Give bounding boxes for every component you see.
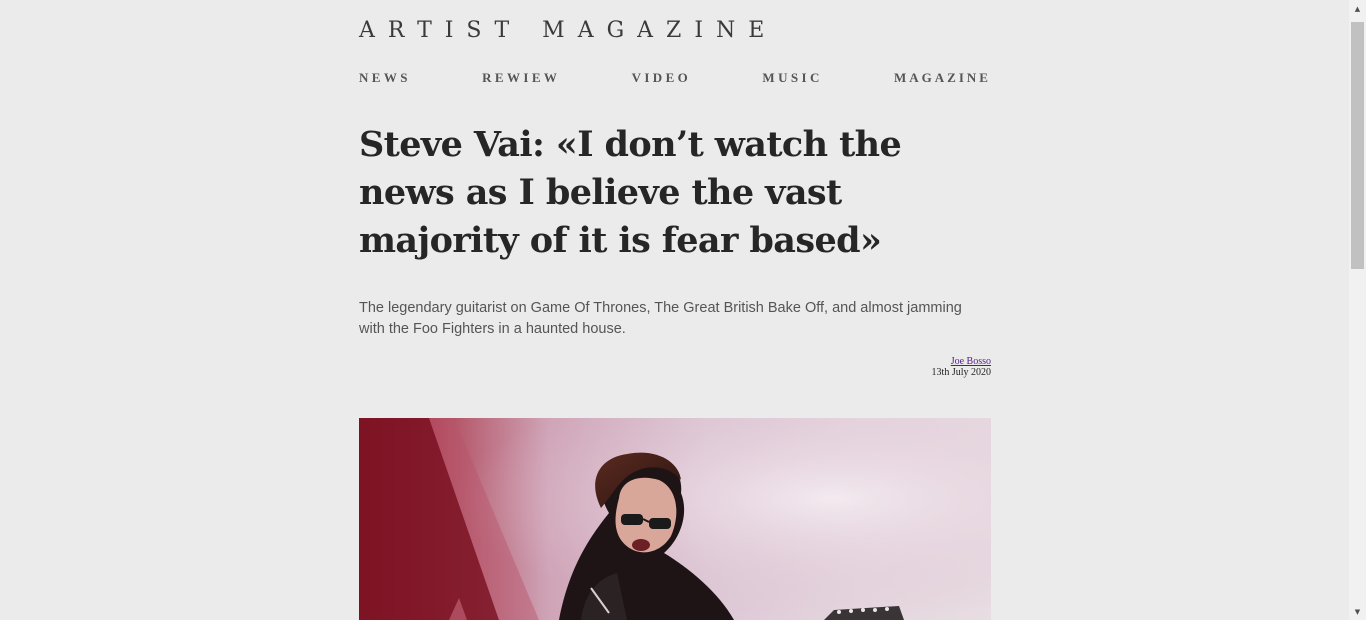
nav-link-music[interactable]: MUSIC xyxy=(762,70,822,86)
nav-link-news[interactable]: NEWS xyxy=(359,70,411,86)
nav-item-magazine: MAGAZINE xyxy=(894,70,991,86)
nav-item-music: MUSIC xyxy=(762,70,822,86)
main-nav: NEWS REWIEW VIDEO MUSIC MAGAZINE xyxy=(359,70,991,86)
nav-link-magazine[interactable]: MAGAZINE xyxy=(894,70,991,86)
hero-image xyxy=(359,418,991,620)
scroll-down-arrow-icon[interactable]: ▼ xyxy=(1349,603,1366,620)
scroll-up-arrow-icon[interactable]: ▲ xyxy=(1349,0,1366,17)
article-date: 13th July 2020 xyxy=(931,367,991,378)
nav-item-video: VIDEO xyxy=(632,70,692,86)
nav-item-news: NEWS xyxy=(359,70,411,86)
page-container: ARTIST MAGAZINE NEWS REWIEW VIDEO MUSIC … xyxy=(359,0,991,620)
nav-link-review[interactable]: REWIEW xyxy=(482,70,560,86)
author-link[interactable]: Joe Bosso xyxy=(951,356,991,367)
article-headline: Steve Vai: «I don’t watch the news as I … xyxy=(359,124,902,261)
nav-item-review: REWIEW xyxy=(482,70,560,86)
article-byline: Joe Bosso 13th July 2020 xyxy=(932,356,991,378)
nav-link-video[interactable]: VIDEO xyxy=(632,70,692,86)
vertical-scrollbar[interactable]: ▲ ▼ xyxy=(1349,0,1366,620)
scrollbar-thumb[interactable] xyxy=(1351,22,1364,269)
article-standfirst: The legendary guitarist on Game Of Thron… xyxy=(359,300,962,337)
site-logo[interactable]: ARTIST MAGAZINE xyxy=(359,18,777,43)
hero-photo-illustration xyxy=(359,418,991,620)
